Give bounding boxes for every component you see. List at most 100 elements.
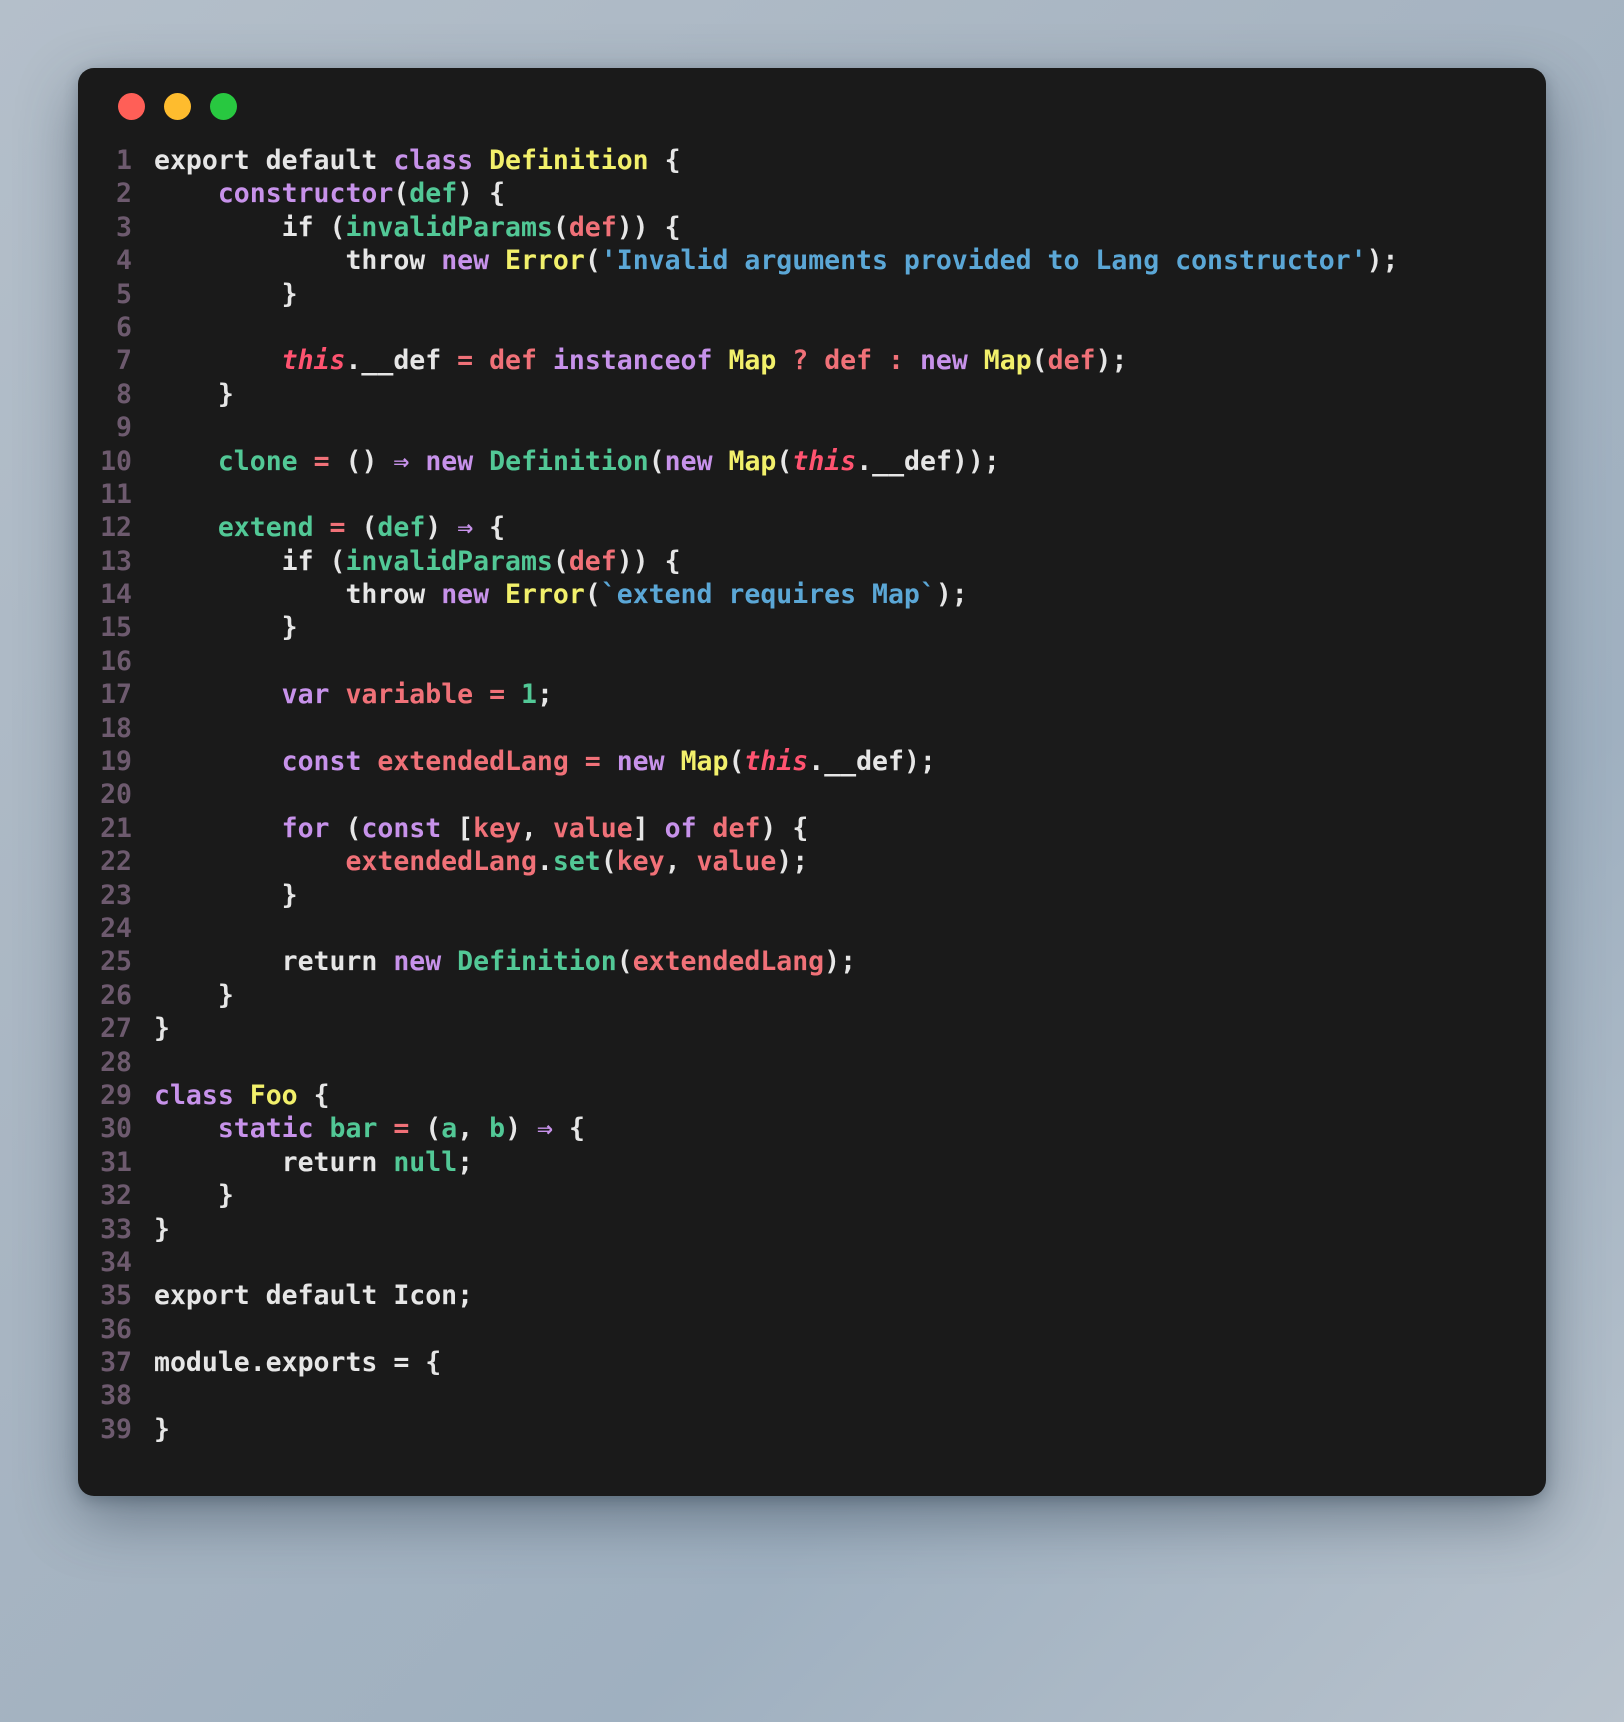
code-token-arrow: ⇒ bbox=[537, 1113, 554, 1145]
line-number: 22 bbox=[100, 846, 132, 878]
code-line: 26 } bbox=[78, 979, 1516, 1012]
code-token-plain: , bbox=[457, 1113, 490, 1145]
code-token-var: extendedLang bbox=[345, 846, 537, 878]
code-line: 36 bbox=[78, 1313, 1516, 1346]
code-token-plain: ( bbox=[584, 579, 601, 611]
code-token-plain: ] bbox=[632, 812, 665, 844]
line-content: } bbox=[154, 879, 1516, 912]
code-line: 13 if (invalidParams(def)) { bbox=[78, 545, 1516, 578]
code-line: 34 bbox=[78, 1246, 1516, 1279]
line-number: 19 bbox=[100, 746, 132, 778]
line-number: 4 bbox=[116, 245, 132, 277]
line-number: 30 bbox=[100, 1113, 132, 1145]
line-content: throw new Error(`extend requires Map`); bbox=[154, 578, 1516, 611]
code-token-plain: } bbox=[154, 612, 298, 644]
line-number: 35 bbox=[100, 1280, 132, 1312]
line-number: 31 bbox=[100, 1146, 132, 1178]
line-number: 1 bbox=[116, 145, 132, 176]
code-token-plain: ( bbox=[393, 178, 410, 210]
code-token-plain: { bbox=[473, 512, 506, 544]
code-token-plain: module.exports = { bbox=[154, 1347, 442, 1379]
code-token-plain: ); bbox=[1366, 245, 1399, 277]
code-token-op: = bbox=[441, 345, 490, 377]
code-token-fn: invalidParams bbox=[345, 545, 553, 577]
line-content: } bbox=[154, 278, 1516, 311]
code-line: 38 bbox=[78, 1379, 1516, 1412]
code-line: 31 return null; bbox=[78, 1146, 1516, 1179]
code-line: 20 bbox=[78, 778, 1516, 811]
code-token-key: class bbox=[154, 1079, 234, 1111]
line-content: extend = (def) ⇒ { bbox=[154, 511, 1516, 544]
close-icon[interactable] bbox=[118, 92, 145, 120]
code-token-fn: def bbox=[409, 178, 458, 210]
code-token-plain: ) { bbox=[760, 812, 809, 844]
code-token-plain: } bbox=[154, 1213, 170, 1245]
code-token-num: 1 bbox=[521, 679, 537, 711]
line-number: 7 bbox=[116, 345, 132, 377]
code-token-var: extendedLang bbox=[632, 946, 825, 978]
code-token-key: var bbox=[281, 679, 330, 711]
code-token-key: new bbox=[425, 445, 474, 477]
code-token-plain: } bbox=[154, 278, 298, 310]
code-token-arrow: ⇒ bbox=[393, 445, 410, 477]
code-line: 27} bbox=[78, 1012, 1516, 1045]
code-token-plain: ) bbox=[505, 1113, 522, 1145]
code-token-plain: { bbox=[297, 1079, 330, 1111]
line-number: 26 bbox=[100, 979, 132, 1011]
code-window-wrapper: 1 export default class Definition {2 cons… bbox=[78, 68, 1546, 1496]
code-token-plain: return bbox=[154, 1146, 394, 1178]
line-content: } bbox=[154, 1413, 1516, 1446]
code-token-plain: ( bbox=[776, 445, 793, 477]
code-token-plain: ( bbox=[648, 445, 665, 477]
code-token-plain: ; bbox=[457, 1146, 474, 1178]
code-token-plain: export default bbox=[154, 145, 394, 176]
code-token-plain: ( bbox=[552, 545, 569, 577]
line-number: 27 bbox=[100, 1013, 132, 1045]
line-content: } bbox=[154, 979, 1516, 1012]
code-token-var: def bbox=[712, 812, 761, 844]
code-token-plain: () bbox=[345, 445, 378, 477]
code-line: 39} bbox=[78, 1413, 1516, 1446]
code-window: 1 export default class Definition {2 cons… bbox=[78, 68, 1546, 1496]
line-content: export default class Definition { bbox=[154, 144, 1516, 177]
line-content: static bar = (a, b) ⇒ { bbox=[154, 1112, 1516, 1145]
code-token-fn: b bbox=[489, 1113, 506, 1145]
code-token-op: = bbox=[568, 746, 617, 778]
code-line: 33} bbox=[78, 1213, 1516, 1246]
code-token-plain: ); bbox=[1095, 345, 1128, 377]
minimize-icon[interactable] bbox=[164, 92, 191, 120]
code-token-key: new bbox=[393, 946, 442, 978]
code-token-key: const bbox=[361, 812, 442, 844]
line-number: 32 bbox=[100, 1180, 132, 1212]
code-token-plain: ); bbox=[776, 846, 809, 878]
code-line: 21 for (const [key, value] of def) { bbox=[78, 812, 1516, 845]
code-line: 15 } bbox=[78, 611, 1516, 644]
line-number: 38 bbox=[100, 1380, 132, 1412]
code-line: 30 static bar = (a, b) ⇒ { bbox=[78, 1112, 1516, 1145]
code-line: 35 export default Icon; bbox=[78, 1279, 1516, 1312]
code-token-this: this bbox=[792, 445, 857, 477]
code-token-cls: Map bbox=[728, 445, 777, 477]
code-token-plain: )) { bbox=[616, 211, 681, 243]
line-content: module.exports = { bbox=[154, 1346, 1516, 1379]
code-token-cls: Error bbox=[505, 579, 585, 611]
code-token-fn: null bbox=[393, 1146, 458, 1178]
code-line: 28 bbox=[78, 1046, 1516, 1079]
line-number: 3 bbox=[116, 211, 132, 243]
code-token-var: def bbox=[568, 545, 617, 577]
line-content: constructor(def) { bbox=[154, 177, 1516, 210]
line-number: 18 bbox=[100, 712, 132, 744]
code-token-key: class bbox=[393, 145, 474, 176]
maximize-icon[interactable] bbox=[210, 92, 237, 120]
line-number: 13 bbox=[100, 545, 132, 577]
code-line: 29 class Foo { bbox=[78, 1079, 1516, 1112]
code-line: 5 } bbox=[78, 278, 1516, 311]
code-editor[interactable]: 1 export default class Definition {2 cons… bbox=[78, 144, 1546, 1446]
line-number: 29 bbox=[100, 1079, 132, 1111]
line-content: return new Definition(extendedLang); bbox=[154, 945, 1516, 978]
